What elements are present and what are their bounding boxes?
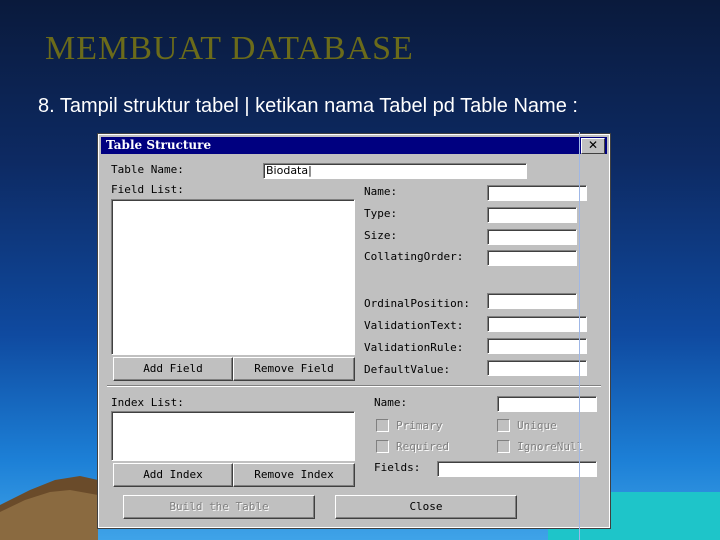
field-size-input[interactable] — [487, 229, 577, 245]
default-value-input[interactable] — [487, 360, 587, 376]
validation-rule-input[interactable] — [487, 338, 587, 354]
dialog-titlebar[interactable]: Table Structure ✕ — [101, 137, 607, 154]
validation-rule-label: ValidationRule: — [364, 341, 464, 354]
fields-input[interactable] — [437, 461, 597, 477]
default-value-label: DefaultValue: — [364, 363, 451, 376]
field-list-label: Field List: — [111, 183, 184, 196]
index-list-box[interactable] — [111, 411, 355, 461]
validation-text-label: ValidationText: — [364, 319, 464, 332]
field-type-input[interactable] — [487, 207, 577, 223]
guide-line-decoration — [579, 132, 580, 540]
dialog-title: Table Structure — [106, 138, 212, 152]
ignore-null-label: IgnoreNull — [517, 440, 584, 453]
ordinal-position-input[interactable] — [487, 293, 577, 309]
unique-label: Unique — [517, 419, 557, 432]
field-type-label: Type: — [364, 207, 398, 220]
collating-order-label: CollatingOrder: — [364, 250, 464, 263]
slide-title: MEMBUAT DATABASE — [45, 30, 414, 67]
table-name-value: Biodata| — [266, 164, 312, 177]
section-divider — [107, 385, 601, 387]
close-button[interactable]: Close — [335, 495, 517, 519]
field-name-label: Name: — [364, 185, 398, 198]
unique-checkbox[interactable] — [497, 419, 510, 432]
add-index-button[interactable]: Add Index — [113, 463, 233, 487]
table-name-input[interactable]: Biodata| — [263, 163, 527, 179]
primary-label: Primary — [396, 419, 443, 432]
primary-checkbox[interactable] — [376, 419, 389, 432]
ordinal-position-label: OrdinalPosition: — [364, 297, 470, 310]
field-list-box[interactable] — [111, 199, 355, 355]
validation-text-input[interactable] — [487, 316, 587, 332]
field-size-label: Size: — [364, 229, 398, 242]
add-field-button[interactable]: Add Field — [113, 357, 233, 381]
remove-field-button[interactable]: Remove Field — [233, 357, 355, 381]
index-list-label: Index List: — [111, 396, 184, 409]
required-label: Required — [396, 440, 449, 453]
ignore-null-checkbox[interactable] — [497, 440, 510, 453]
required-checkbox[interactable] — [376, 440, 389, 453]
index-name-label: Name: — [374, 396, 408, 409]
remove-index-button[interactable]: Remove Index — [233, 463, 355, 487]
field-name-input[interactable] — [487, 185, 587, 201]
build-table-button[interactable]: Build the Table — [123, 495, 315, 519]
table-structure-dialog: Table Structure ✕ Table Name: Biodata| F… — [97, 133, 611, 529]
collating-order-input[interactable] — [487, 250, 577, 266]
slide-subtitle: 8. Tampil struktur tabel | ketikan nama … — [38, 95, 578, 117]
table-name-label: Table Name: — [111, 163, 184, 176]
close-icon[interactable]: ✕ — [581, 138, 605, 154]
index-name-input[interactable] — [497, 396, 597, 412]
fields-label: Fields: — [374, 461, 421, 474]
